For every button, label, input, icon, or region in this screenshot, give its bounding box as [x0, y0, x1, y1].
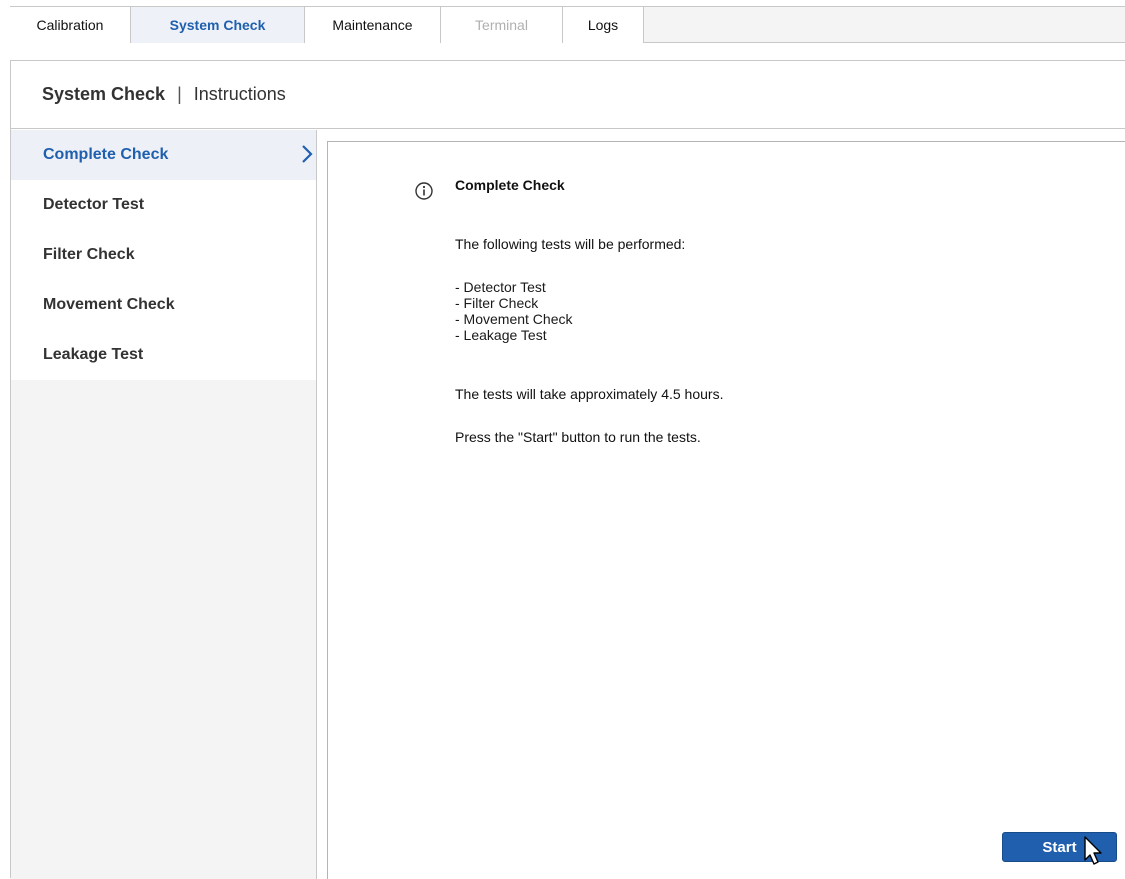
list-item: - Movement Check — [455, 311, 573, 327]
sidebar-item-label: Detector Test — [43, 196, 145, 213]
tab-calibration[interactable]: Calibration — [10, 6, 131, 43]
test-list: - Detector Test - Filter Check - Movemen… — [455, 279, 572, 343]
instruction-text: Press the "Start" button to run the test… — [455, 429, 701, 445]
tab-system-check[interactable]: System Check — [131, 6, 305, 43]
content-frame — [327, 141, 1125, 879]
title-separator: | — [177, 84, 182, 104]
sidebar-item-label: Movement Check — [43, 296, 175, 313]
sidebar-item-movement-check[interactable]: Movement Check — [11, 280, 316, 330]
page-subtitle: Instructions — [193, 84, 286, 104]
sidebar-item-filter-check[interactable]: Filter Check — [11, 230, 316, 280]
sidebar-item-leakage-test[interactable]: Leakage Test — [11, 330, 316, 380]
content-title: Complete Check — [455, 177, 565, 193]
sidebar-item-detector-test[interactable]: Detector Test — [11, 180, 316, 230]
mouse-pointer-icon — [1084, 836, 1102, 865]
tab-logs[interactable]: Logs — [563, 6, 644, 43]
sidebar-list: Complete Check Detector Test Filter Chec… — [11, 130, 316, 380]
tab-terminal: Terminal — [441, 6, 563, 43]
list-item: - Detector Test — [455, 279, 546, 295]
sidebar: Complete Check Detector Test Filter Chec… — [11, 130, 317, 879]
sidebar-item-label: Filter Check — [43, 246, 135, 263]
sidebar-item-label: Complete Check — [43, 146, 169, 163]
page-title: System Check — [42, 84, 166, 104]
panel-header: System Check | Instructions — [11, 61, 1125, 129]
content-intro: The following tests will be performed: — [455, 236, 686, 252]
system-check-panel: System Check | Instructions Complete Che… — [10, 60, 1125, 879]
duration-text: The tests will take approximately 4.5 ho… — [455, 386, 724, 402]
list-item: - Leakage Test — [455, 327, 547, 343]
list-item: - Filter Check — [455, 295, 539, 311]
tab-bar: Calibration System Check Maintenance Ter… — [0, 0, 1125, 48]
chevron-right-icon — [302, 145, 313, 163]
info-circle-icon — [415, 182, 433, 200]
sidebar-item-complete-check[interactable]: Complete Check — [11, 130, 316, 180]
sidebar-item-label: Leakage Test — [43, 346, 144, 363]
tab-maintenance[interactable]: Maintenance — [305, 6, 441, 43]
